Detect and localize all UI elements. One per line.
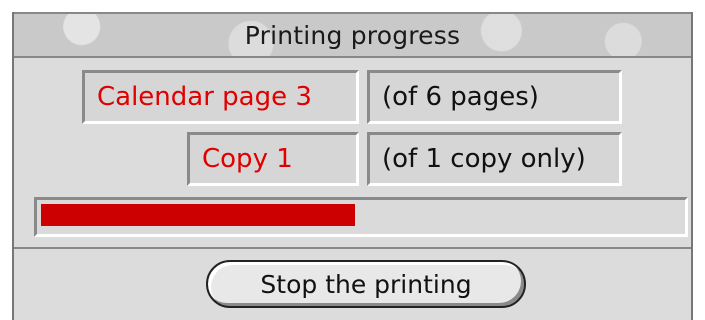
window-titlebar[interactable]: Printing progress xyxy=(14,12,691,58)
copy-total-text: (of 1 copy only) xyxy=(382,144,586,174)
progress-bar xyxy=(34,197,688,237)
page-progress-text: Calendar page 3 xyxy=(97,82,312,112)
copy-total-label: (of 1 copy only) xyxy=(367,132,622,186)
printing-progress-window: Printing progress Calendar page 3 (of 6 … xyxy=(12,12,693,320)
page-total-label: (of 6 pages) xyxy=(367,70,622,124)
progress-bar-fill xyxy=(41,204,355,226)
page-total-text: (of 6 pages) xyxy=(382,82,539,112)
window-title: Printing progress xyxy=(244,20,461,50)
page-progress-label: Calendar page 3 xyxy=(82,70,359,124)
copy-progress-label: Copy 1 xyxy=(187,132,359,186)
separator xyxy=(14,247,691,249)
stop-printing-button[interactable]: Stop the printing xyxy=(206,260,526,308)
copy-progress-text: Copy 1 xyxy=(202,144,293,174)
